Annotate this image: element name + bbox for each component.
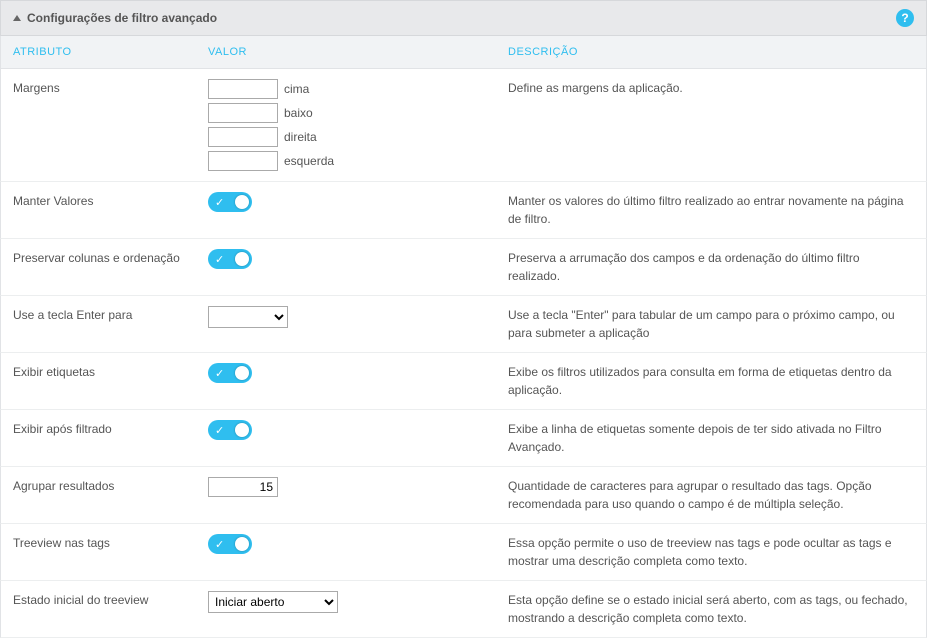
treeview-tags-toggle[interactable]: ✓ xyxy=(208,534,252,554)
margin-left-input[interactable] xyxy=(208,151,278,171)
keep-values-desc: Manter os valores do último filtro reali… xyxy=(508,192,914,228)
margin-top-input[interactable] xyxy=(208,79,278,99)
row-treeview-tags: Treeview nas tags ✓ Essa opção permite o… xyxy=(0,524,927,581)
show-after-desc: Exibe a linha de etiquetas somente depoi… xyxy=(508,420,914,456)
show-after-toggle[interactable]: ✓ xyxy=(208,420,252,440)
margins-desc: Define as margens da aplicação. xyxy=(508,79,914,97)
row-enter-key: Use a tecla Enter para Use a tecla "Ente… xyxy=(0,296,927,353)
show-tags-toggle[interactable]: ✓ xyxy=(208,363,252,383)
row-treeview-state: Estado inicial do treeview Iniciar abert… xyxy=(0,581,927,638)
row-show-tags: Exibir etiquetas ✓ Exibe os filtros util… xyxy=(0,353,927,410)
header-description: DESCRIÇÃO xyxy=(508,46,914,58)
margins-label: Margens xyxy=(13,79,208,95)
table-header: ATRIBUTO VALOR DESCRIÇÃO xyxy=(0,36,927,69)
check-icon: ✓ xyxy=(215,367,224,380)
margin-top-label: cima xyxy=(284,82,309,96)
show-tags-label: Exibir etiquetas xyxy=(13,363,208,379)
row-margins: Margens cima baixo direita esquerda Defi… xyxy=(0,69,927,182)
toggle-knob xyxy=(235,195,249,209)
check-icon: ✓ xyxy=(215,253,224,266)
margin-left-label: esquerda xyxy=(284,154,334,168)
margin-right-label: direita xyxy=(284,130,317,144)
toggle-knob xyxy=(235,366,249,380)
row-keep-values: Manter Valores ✓ Manter os valores do úl… xyxy=(0,182,927,239)
treeview-state-desc: Esta opção define se o estado inicial se… xyxy=(508,591,914,627)
treeview-state-label: Estado inicial do treeview xyxy=(13,591,208,607)
toggle-knob xyxy=(235,252,249,266)
preserve-cols-desc: Preserva a arrumação dos campos e da ord… xyxy=(508,249,914,285)
show-tags-desc: Exibe os filtros utilizados para consult… xyxy=(508,363,914,399)
toggle-knob xyxy=(235,537,249,551)
row-preserve-cols: Preservar colunas e ordenação ✓ Preserva… xyxy=(0,239,927,296)
group-results-desc: Quantidade de caracteres para agrupar o … xyxy=(508,477,914,513)
enter-key-select[interactable] xyxy=(208,306,288,328)
treeview-tags-label: Treeview nas tags xyxy=(13,534,208,550)
panel-header: Configurações de filtro avançado ? xyxy=(0,0,927,36)
panel-title: Configurações de filtro avançado xyxy=(27,11,217,25)
help-icon[interactable]: ? xyxy=(896,9,914,27)
margin-right-input[interactable] xyxy=(208,127,278,147)
keep-values-toggle[interactable]: ✓ xyxy=(208,192,252,212)
preserve-cols-label: Preservar colunas e ordenação xyxy=(13,249,208,265)
row-group-results: Agrupar resultados Quantidade de caracte… xyxy=(0,467,927,524)
group-results-input[interactable] xyxy=(208,477,278,497)
header-value: VALOR xyxy=(208,46,508,58)
panel-header-left[interactable]: Configurações de filtro avançado xyxy=(13,11,217,25)
enter-key-label: Use a tecla Enter para xyxy=(13,306,208,322)
margin-bottom-input[interactable] xyxy=(208,103,278,123)
treeview-tags-desc: Essa opção permite o uso de treeview nas… xyxy=(508,534,914,570)
header-attribute: ATRIBUTO xyxy=(13,46,208,58)
keep-values-label: Manter Valores xyxy=(13,192,208,208)
enter-key-desc: Use a tecla "Enter" para tabular de um c… xyxy=(508,306,914,342)
check-icon: ✓ xyxy=(215,196,224,209)
toggle-knob xyxy=(235,423,249,437)
check-icon: ✓ xyxy=(215,424,224,437)
check-icon: ✓ xyxy=(215,538,224,551)
treeview-state-select[interactable]: Iniciar aberto xyxy=(208,591,338,613)
collapse-icon[interactable] xyxy=(13,15,21,21)
preserve-cols-toggle[interactable]: ✓ xyxy=(208,249,252,269)
row-show-after: Exibir após filtrado ✓ Exibe a linha de … xyxy=(0,410,927,467)
show-after-label: Exibir após filtrado xyxy=(13,420,208,436)
group-results-label: Agrupar resultados xyxy=(13,477,208,493)
margin-bottom-label: baixo xyxy=(284,106,313,120)
margin-group: cima baixo direita esquerda xyxy=(208,79,508,171)
